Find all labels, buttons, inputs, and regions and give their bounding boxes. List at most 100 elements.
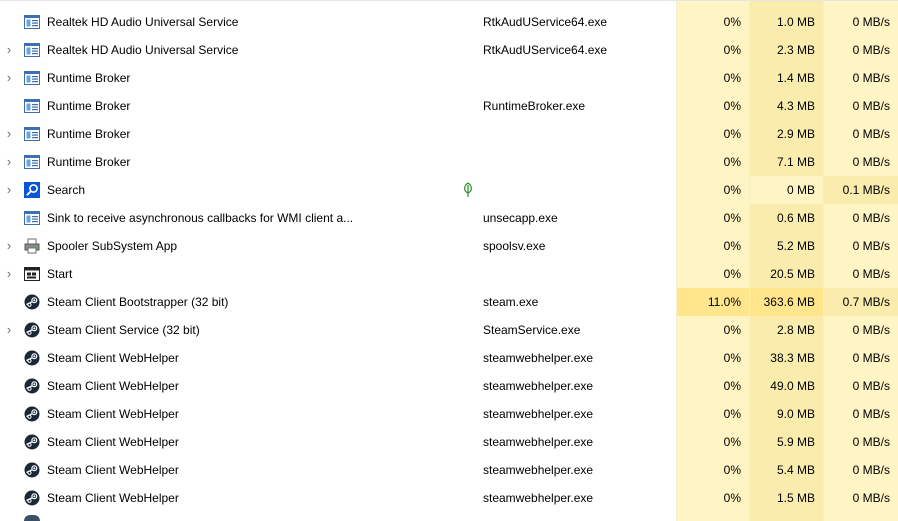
cpu-value: 0% xyxy=(677,120,749,148)
cpu-value: 0% xyxy=(677,204,749,232)
memory-value: 0 MB xyxy=(750,176,823,204)
cpu-value: 0% xyxy=(677,8,749,36)
steam-icon xyxy=(24,378,40,394)
cpu-value: 0% xyxy=(677,148,749,176)
process-name: Runtime Broker xyxy=(47,155,131,169)
memory-value: 363.6 MB xyxy=(750,288,823,316)
process-name: Runtime Broker xyxy=(47,127,131,141)
process-name: Steam Client WebHelper xyxy=(47,463,179,477)
process-name: Steam Client WebHelper xyxy=(47,491,179,505)
memory-value: 49.0 MB xyxy=(750,372,823,400)
expand-chevron-icon[interactable]: › xyxy=(0,232,18,260)
next-row-icon-edge xyxy=(24,515,40,521)
process-name: Steam Client Service (32 bit) xyxy=(47,323,200,337)
process-row[interactable]: Steam Client WebHelper steamwebhelper.exe… xyxy=(0,400,898,428)
cpu-value: 0% xyxy=(677,428,749,456)
steam-icon xyxy=(24,462,40,478)
expand-chevron-icon[interactable]: › xyxy=(0,316,18,344)
service-window-icon xyxy=(24,42,40,58)
expand-chevron-icon[interactable]: › xyxy=(0,176,18,204)
memory-value: 5.4 MB xyxy=(750,456,823,484)
memory-value: 20.5 MB xyxy=(750,260,823,288)
process-row[interactable]: Sink to receive asynchronous callbacks f… xyxy=(0,204,898,232)
process-row[interactable]: Steam Client WebHelper steamwebhelper.exe… xyxy=(0,344,898,372)
steam-icon xyxy=(24,406,40,422)
process-name: Steam Client WebHelper xyxy=(47,351,179,365)
process-name: Spooler SubSystem App xyxy=(47,239,178,253)
expand-chevron-icon[interactable]: › xyxy=(0,148,18,176)
expand-chevron-icon[interactable]: › xyxy=(0,120,18,148)
column-separator xyxy=(749,0,750,521)
memory-value: 1.4 MB xyxy=(750,64,823,92)
service-window-icon xyxy=(24,14,40,30)
disk-value: 0 MB/s xyxy=(824,400,898,428)
memory-value: 5.2 MB xyxy=(750,232,823,260)
top-border xyxy=(0,0,898,1)
image-name: steam.exe xyxy=(483,295,539,309)
process-row[interactable]: › Steam Client Service (32 bit) SteamServi… xyxy=(0,316,898,344)
process-name: Realtek HD Audio Universal Service xyxy=(47,15,239,29)
service-window-icon xyxy=(24,154,40,170)
image-name xyxy=(483,148,673,176)
process-row[interactable]: Realtek HD Audio Universal Service RtkAud… xyxy=(0,8,898,36)
cpu-value: 11.0% xyxy=(677,288,749,316)
process-name: Runtime Broker xyxy=(47,71,131,85)
column-separator xyxy=(676,0,677,521)
process-row[interactable]: Steam Client WebHelper steamwebhelper.exe… xyxy=(0,428,898,456)
expand-chevron-icon xyxy=(0,288,18,316)
process-row[interactable]: › Runtime Broker 0% 2.9 MB 0 MB/s xyxy=(0,120,898,148)
image-name: steamwebhelper.exe xyxy=(483,463,594,477)
cpu-value: 0% xyxy=(677,260,749,288)
disk-value: 0 MB/s xyxy=(824,456,898,484)
image-name: SteamService.exe xyxy=(483,323,581,337)
expand-chevron-icon xyxy=(0,484,18,512)
memory-value: 0.6 MB xyxy=(750,204,823,232)
memory-value: 9.0 MB xyxy=(750,400,823,428)
disk-value: 0 MB/s xyxy=(824,344,898,372)
process-row[interactable]: › Start 0% 20.5 MB 0 MB/s xyxy=(0,260,898,288)
steam-icon xyxy=(24,294,40,310)
expand-chevron-icon xyxy=(0,204,18,232)
image-name: unsecapp.exe xyxy=(483,211,558,225)
image-name: steamwebhelper.exe xyxy=(483,379,594,393)
image-name xyxy=(483,120,673,148)
process-row[interactable]: Runtime Broker RuntimeBroker.exe 0% 4.3 MB 0… xyxy=(0,92,898,120)
image-name: spoolsv.exe xyxy=(483,239,546,253)
memory-value: 1.0 MB xyxy=(750,8,823,36)
memory-value: 4.3 MB xyxy=(750,92,823,120)
process-row[interactable]: Steam Client WebHelper steamwebhelper.exe… xyxy=(0,372,898,400)
disk-value: 0 MB/s xyxy=(824,232,898,260)
image-name: steamwebhelper.exe xyxy=(483,407,594,421)
start-icon xyxy=(24,266,40,282)
image-name: steamwebhelper.exe xyxy=(483,351,594,365)
disk-value: 0 MB/s xyxy=(824,36,898,64)
service-window-icon xyxy=(24,98,40,114)
image-name xyxy=(483,260,673,288)
process-row[interactable]: › Runtime Broker 0% 7.1 MB 0 MB/s xyxy=(0,148,898,176)
memory-value: 2.9 MB xyxy=(750,120,823,148)
process-row[interactable]: › Runtime Broker 0% 1.4 MB 0 MB/s xyxy=(0,64,898,92)
process-row[interactable]: Steam Client Bootstrapper (32 bit) steam.… xyxy=(0,288,898,316)
steam-icon xyxy=(24,322,40,338)
expand-chevron-icon xyxy=(0,92,18,120)
service-window-icon xyxy=(24,210,40,226)
disk-value: 0 MB/s xyxy=(824,148,898,176)
memory-value: 2.3 MB xyxy=(750,36,823,64)
printer-icon xyxy=(24,238,40,254)
process-row[interactable]: Steam Client WebHelper steamwebhelper.exe… xyxy=(0,484,898,512)
expand-chevron-icon[interactable]: › xyxy=(0,64,18,92)
process-row[interactable]: Steam Client WebHelper steamwebhelper.exe… xyxy=(0,456,898,484)
process-row[interactable]: › Search 0% 0 MB 0.1 MB/s xyxy=(0,176,898,204)
memory-value: 1.5 MB xyxy=(750,484,823,512)
cpu-value: 0% xyxy=(677,456,749,484)
process-row[interactable]: › Spooler SubSystem App spoolsv.exe 0% 5.2 M… xyxy=(0,232,898,260)
disk-value: 0 MB/s xyxy=(824,260,898,288)
process-row[interactable]: › Realtek HD Audio Universal Service RtkAu… xyxy=(0,36,898,64)
column-separator xyxy=(823,0,824,521)
expand-chevron-icon[interactable]: › xyxy=(0,260,18,288)
disk-value: 0 MB/s xyxy=(824,428,898,456)
expand-chevron-icon xyxy=(0,8,18,36)
service-window-icon xyxy=(24,126,40,142)
process-name: Steam Client WebHelper xyxy=(47,407,179,421)
expand-chevron-icon[interactable]: › xyxy=(0,36,18,64)
